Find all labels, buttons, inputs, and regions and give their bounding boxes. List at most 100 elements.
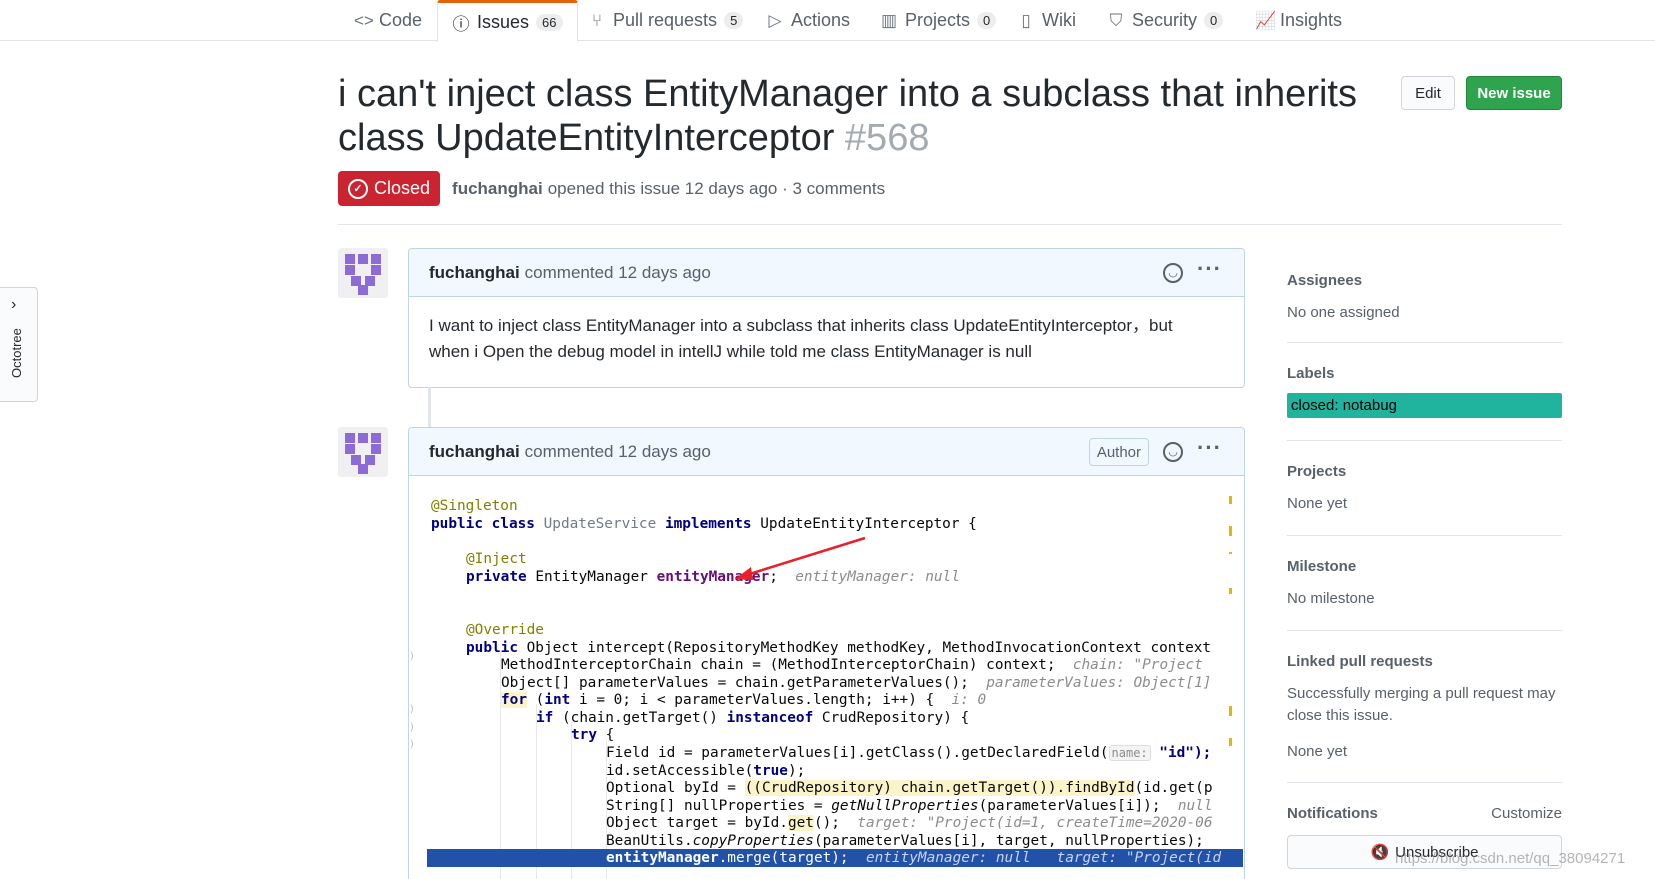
avatar[interactable] bbox=[338, 427, 388, 477]
sidebar-divider bbox=[1287, 630, 1562, 631]
status-badge: ✓ Closed bbox=[338, 171, 441, 206]
comment-author[interactable]: fuchanghai bbox=[429, 442, 520, 462]
avatar[interactable] bbox=[338, 248, 388, 298]
gutter-marker: ) bbox=[409, 739, 416, 750]
tab-pull-requests[interactable]: ⑂ Pull requests 5 bbox=[574, 0, 757, 41]
issue-opened-icon: ⓘ bbox=[452, 14, 470, 34]
comment-header: fuchanghai commented 12 days ago ◡ ··· bbox=[409, 249, 1244, 297]
security-count: 0 bbox=[1204, 12, 1224, 29]
sidebar-linked-pull-requests[interactable]: Linked pull requests Successfully mergin… bbox=[1287, 653, 1562, 763]
shield-icon: ⛉ bbox=[1109, 10, 1123, 30]
sidebar-labels[interactable]: Labels closed: notabug bbox=[1287, 365, 1562, 418]
kebab-horizontal-icon[interactable]: ··· bbox=[1197, 437, 1222, 459]
code-line: Object[] parameterValues = chain.getPara… bbox=[501, 675, 1212, 691]
book-icon: ▯ bbox=[1021, 10, 1031, 30]
code-icon: <> bbox=[354, 10, 374, 30]
tab-issues-label: Issues bbox=[477, 11, 530, 32]
gutter-marker: ) bbox=[409, 651, 416, 662]
comment-body: I want to inject class EntityManager int… bbox=[409, 297, 1244, 381]
tab-actions[interactable]: ▷ Actions bbox=[752, 0, 864, 41]
issue-title: i can't inject class EntityManager into … bbox=[338, 72, 1398, 160]
code-line: if (chain.getTarget() instanceof CrudRep… bbox=[536, 710, 970, 726]
project-icon: ▥ bbox=[880, 10, 898, 30]
comment-header: fuchanghai commented 12 days ago Author … bbox=[409, 428, 1244, 476]
issue-title-line2: class UpdateEntityInterceptor bbox=[338, 117, 835, 159]
customize-link[interactable]: Customize bbox=[1491, 805, 1562, 822]
comment-body-line: I want to inject class EntityManager int… bbox=[429, 316, 1173, 335]
issue-meta-text: opened this issue 12 days ago · 3 commen… bbox=[547, 178, 886, 198]
scrollbar-marker bbox=[1229, 738, 1232, 746]
annotation-arrow-icon bbox=[735, 536, 866, 580]
label-closed-notabug[interactable]: closed: notabug bbox=[1287, 393, 1562, 418]
tab-projects-label: Projects bbox=[905, 10, 971, 30]
code-screenshot: ) ) ) ) @Singleton public class UpdateSe… bbox=[409, 476, 1244, 879]
tab-wiki[interactable]: ▯ Wiki bbox=[1003, 0, 1090, 41]
tab-actions-label: Actions bbox=[791, 10, 851, 30]
code-line: Object target = byId.get(); target: "Pro… bbox=[606, 815, 1213, 831]
status-label: Closed bbox=[374, 178, 431, 198]
smiley-icon[interactable]: ◡ bbox=[1163, 442, 1184, 462]
sidebar-divider bbox=[1287, 535, 1562, 536]
graph-icon: 📈 bbox=[1255, 10, 1277, 30]
tab-insights[interactable]: 📈 Insights bbox=[1241, 0, 1356, 41]
comment-author[interactable]: fuchanghai bbox=[429, 263, 520, 283]
comment: fuchanghai commented 12 days ago ◡ ··· I… bbox=[408, 248, 1245, 388]
comment-body-line: when i Open the debug model in intellJ w… bbox=[429, 342, 1032, 361]
play-icon: ▷ bbox=[768, 10, 782, 30]
smiley-icon[interactable]: ◡ bbox=[1163, 263, 1184, 283]
tab-pull-requests-label: Pull requests bbox=[613, 10, 718, 30]
tab-code-label: Code bbox=[379, 10, 423, 30]
current-debug-line: entityManager.merge(target); entityManag… bbox=[427, 849, 1243, 867]
scrollbar-marker bbox=[1229, 526, 1232, 536]
sidebar-value: None yet bbox=[1287, 743, 1348, 760]
code-line: BeanUtils.copyProperties(parameterValues… bbox=[606, 833, 1204, 849]
issues-count: 66 bbox=[536, 13, 563, 31]
code-line: for (int i = 0; i < parameterValues.leng… bbox=[501, 692, 987, 708]
repo-nav: <> Code ⓘ Issues 66 ⑂ Pull requests 5 ▷ … bbox=[0, 0, 1655, 42]
issue-closed-icon: ✓ bbox=[348, 178, 368, 199]
issue-author-link[interactable]: fuchanghai bbox=[452, 179, 543, 199]
issue-meta: ✓ Closed fuchanghai opened this issue 12… bbox=[338, 171, 885, 206]
author-badge: Author bbox=[1088, 438, 1150, 466]
code-line: public Object intercept(RepositoryMethod… bbox=[466, 640, 1212, 656]
tab-wiki-label: Wiki bbox=[1042, 10, 1076, 30]
sidebar-value: None yet bbox=[1287, 495, 1348, 512]
comment-time[interactable]: commented 12 days ago bbox=[525, 442, 711, 462]
scrollbar-marker bbox=[1229, 552, 1232, 554]
sidebar-note: Successfully merging a pull request may c… bbox=[1287, 685, 1556, 724]
tab-security-label: Security bbox=[1132, 10, 1198, 30]
tab-issues[interactable]: ⓘ Issues 66 bbox=[437, 0, 578, 42]
tab-projects[interactable]: ▥ Projects 0 bbox=[866, 0, 1010, 41]
code-line: try { bbox=[571, 727, 615, 743]
git-pull-request-icon: ⑂ bbox=[591, 10, 603, 30]
header-divider bbox=[338, 224, 1562, 225]
comment: fuchanghai commented 12 days ago Author … bbox=[408, 427, 1245, 879]
code-line: Optional byId = ((CrudRepository) chain.… bbox=[606, 780, 1213, 796]
kebab-horizontal-icon[interactable]: ··· bbox=[1197, 258, 1222, 280]
code-line: public class UpdateService implements Up… bbox=[431, 516, 977, 532]
timeline-connector bbox=[428, 387, 431, 427]
sidebar-projects[interactable]: Projects None yet bbox=[1287, 463, 1562, 515]
new-issue-button[interactable]: New issue bbox=[1466, 76, 1562, 110]
sidebar-divider bbox=[1287, 782, 1562, 783]
sidebar-heading: Linked pull requests bbox=[1287, 653, 1433, 670]
code-line: @Override bbox=[466, 622, 544, 638]
sidebar-heading: Projects bbox=[1287, 463, 1347, 480]
tab-insights-label: Insights bbox=[1280, 10, 1343, 30]
issue-number: #568 bbox=[844, 117, 930, 159]
code-line: id.setAccessible(true); bbox=[606, 763, 806, 779]
octotree-label: Octotree bbox=[9, 328, 24, 378]
comment-time[interactable]: commented 12 days ago bbox=[525, 263, 711, 283]
sidebar-heading: Labels bbox=[1287, 365, 1335, 382]
tab-code[interactable]: <> Code bbox=[340, 0, 436, 41]
scrollbar-marker bbox=[1229, 706, 1232, 716]
code-line: String[] nullProperties = getNullPropert… bbox=[606, 798, 1213, 814]
issue-title-line1: i can't inject class EntityManager into … bbox=[338, 73, 1357, 115]
edit-button[interactable]: Edit bbox=[1401, 76, 1455, 110]
pull-requests-count: 5 bbox=[724, 12, 744, 29]
tab-security[interactable]: ⛉ Security 0 bbox=[1093, 0, 1237, 41]
sidebar-milestone[interactable]: Milestone No milestone bbox=[1287, 558, 1562, 610]
octotree-toggle[interactable]: › Octotree bbox=[0, 287, 38, 402]
sidebar-assignees[interactable]: Assignees No one assigned bbox=[1287, 272, 1562, 324]
code-line: entityManager.merge(target); entityManag… bbox=[606, 850, 1222, 866]
